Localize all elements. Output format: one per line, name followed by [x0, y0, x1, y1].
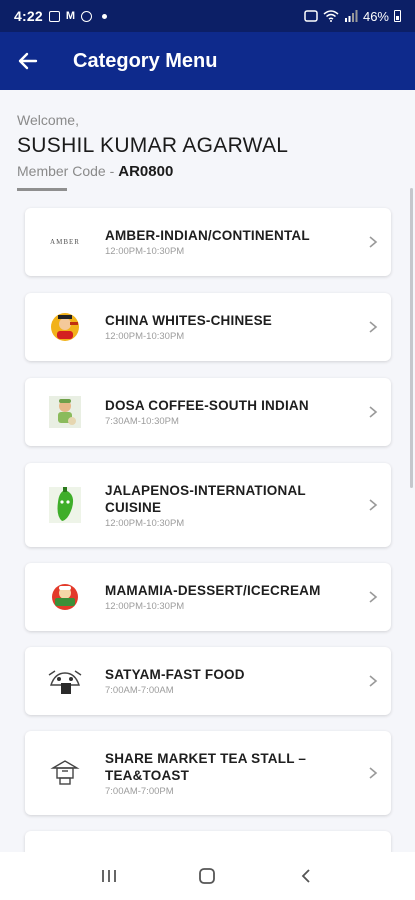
category-list-screen[interactable]: Welcome, SUSHIL KUMAR AGARWAL Member Cod… — [0, 90, 415, 852]
member-code-label: Member Code - — [17, 163, 115, 179]
category-hours: 12:00PM-10:30PM — [105, 517, 185, 529]
system-nav-bar — [0, 852, 415, 900]
signal-icon — [344, 10, 358, 22]
satyam-logo — [45, 661, 85, 701]
category-name: DOSA COFFEE-SOUTH INDIAN — [105, 398, 309, 413]
category-hours: 12:00PM-10:30PM — [105, 246, 185, 257]
dosa-coffee-logo — [45, 392, 85, 432]
facebook-notification-icon — [81, 10, 92, 22]
member-code-value: AR0800 — [118, 163, 174, 180]
category-hours: 7:00AM-7:00PM — [105, 785, 174, 797]
category-name: MAMAMIA-DESSERT/ICECREAM — [105, 583, 321, 598]
chevron-left-icon — [301, 869, 310, 883]
category-hours: 12:00PM-10:30PM — [105, 331, 185, 342]
home-button[interactable] — [187, 856, 227, 896]
category-name: AMBER-INDIAN/CONTINENTAL — [105, 228, 310, 243]
jalapenos-logo — [45, 485, 85, 525]
category-card-china-whites[interactable]: CHINA WHITES-CHINESE 12:00PM-10:30PM — [25, 293, 391, 361]
category-card-share-market-tea-stall[interactable]: SHARE MARKET TEA STALL – TEA&TOAST 7:00A… — [25, 731, 391, 815]
gallery-notification-icon — [48, 10, 60, 22]
category-card-amber[interactable]: AMBER AMBER-INDIAN/CONTINENTAL 12:00PM-1… — [25, 208, 391, 276]
category-hours: 7:30AM-10:30PM — [105, 416, 179, 427]
tea-stall-logo — [45, 753, 85, 793]
recent-apps-button[interactable] — [89, 856, 129, 896]
battery-percent: 46% — [362, 8, 389, 24]
category-card-dosa-coffee[interactable]: DOSA COFFEE-SOUTH INDIAN 7:30AM-10:30PM — [25, 378, 391, 446]
status-bar: 4:22 M 46% — [0, 0, 415, 32]
divider — [17, 188, 67, 191]
member-code-row: Member Code - AR0800 — [17, 163, 173, 180]
more-notifications-icon — [102, 13, 107, 19]
category-name: JALAPENOS-INTERNATIONAL CUISINE — [105, 482, 306, 515]
category-hours: 12:00PM-10:30PM — [105, 601, 185, 612]
chevron-right-icon — [369, 236, 378, 248]
scrollbar[interactable] — [410, 188, 413, 488]
alarm-icon — [304, 10, 318, 22]
category-name: SHARE MARKET TEA STALL – TEA&TOAST — [105, 750, 307, 783]
system-back-button[interactable] — [286, 856, 326, 896]
status-time: 4:22 — [14, 8, 43, 24]
mail-notification-icon: M — [65, 10, 75, 22]
back-button[interactable] — [0, 32, 56, 90]
category-card-partial[interactable] — [25, 831, 391, 852]
mamamia-logo — [45, 577, 85, 617]
arrow-left-icon — [18, 52, 38, 70]
chevron-right-icon — [369, 675, 378, 687]
recent-apps-icon — [102, 870, 117, 882]
chevron-right-icon — [369, 406, 378, 418]
amber-logo: AMBER — [50, 238, 80, 246]
chevron-right-icon — [369, 499, 378, 511]
wifi-icon — [323, 10, 339, 22]
category-name: SATYAM-FAST FOOD — [105, 667, 245, 682]
home-icon — [199, 868, 216, 884]
category-card-satyam[interactable]: SATYAM-FAST FOOD 7:00AM-7:00AM — [25, 647, 391, 715]
welcome-label: Welcome, — [17, 112, 79, 128]
china-whites-logo — [45, 307, 85, 347]
category-name: CHINA WHITES-CHINESE — [105, 313, 273, 328]
category-hours: 7:00AM-7:00AM — [105, 685, 174, 696]
category-card-mamamia[interactable]: MAMAMIA-DESSERT/ICECREAM 12:00PM-10:30PM — [25, 563, 391, 631]
battery-icon — [394, 10, 401, 22]
app-bar: Category Menu — [0, 32, 415, 90]
category-card-jalapenos[interactable]: JALAPENOS-INTERNATIONAL CUISINE 12:00PM-… — [25, 463, 391, 547]
member-name: SUSHIL KUMAR AGARWAL — [17, 134, 289, 157]
chevron-right-icon — [369, 321, 378, 333]
page-title: Category Menu — [73, 49, 218, 72]
chevron-right-icon — [369, 767, 378, 779]
chevron-right-icon — [369, 591, 378, 603]
